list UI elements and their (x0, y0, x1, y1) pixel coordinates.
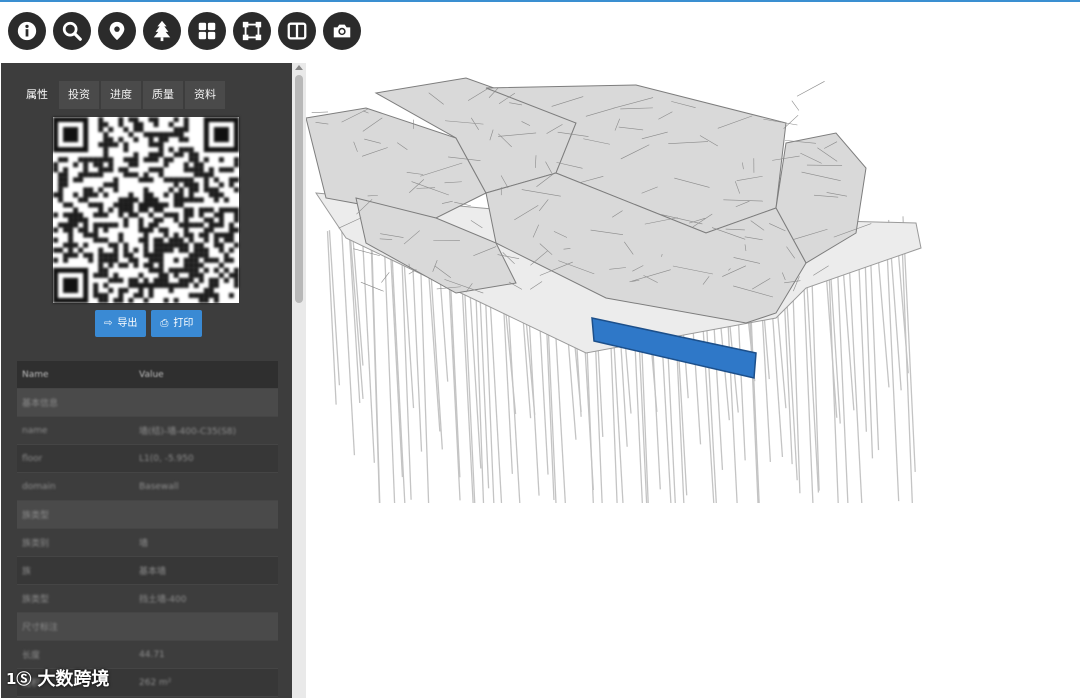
qr-code (53, 117, 239, 303)
cell-value: L1(0, -5.950 (139, 453, 194, 464)
watermark: 1Ⓢ 大数跨境 (6, 665, 109, 691)
cell-name: floor (22, 453, 43, 464)
tab-investment[interactable]: 投资 (59, 81, 99, 109)
export-label: 导出 (117, 318, 138, 329)
layout-button[interactable] (188, 12, 226, 50)
table-row[interactable]: 族类别 墙 (17, 529, 278, 557)
panel-scrollbar[interactable] (292, 63, 306, 698)
toolbar (8, 12, 361, 50)
table-group-row[interactable]: 尺寸标注 (17, 613, 278, 641)
properties-panel: 属性 投资 进度 质量 资料 ⇨ 导出 ⎙ 打印 Name Value 基本信息… (1, 63, 292, 698)
panel-actions: ⇨ 导出 ⎙ 打印 (95, 310, 203, 337)
cell-name: 族 (22, 567, 32, 577)
cell-name: 基本信息 (22, 399, 59, 409)
search-button[interactable] (53, 12, 91, 50)
table-header: Name Value (17, 361, 278, 389)
table-row[interactable]: domain Basewall (17, 473, 278, 501)
print-icon: ⎙ (160, 318, 169, 329)
cell-value: 墙 (139, 539, 149, 549)
table-row[interactable]: name 墙(结)-墙-400-C35(S8) (17, 417, 278, 445)
panel-tabs: 属性 投资 进度 质量 资料 (17, 81, 225, 109)
location-button[interactable] (98, 12, 136, 50)
scrollbar-thumb[interactable] (295, 75, 303, 303)
tab-quality[interactable]: 质量 (143, 81, 183, 109)
cell-name: 族类别 (22, 539, 50, 549)
table-row[interactable]: floor L1(0, -5.950 (17, 445, 278, 473)
table-group-row[interactable]: 族类型 (17, 501, 278, 529)
watermark-logo: 1Ⓢ (6, 669, 32, 688)
tab-properties[interactable]: 属性 (17, 81, 57, 109)
section-box-button[interactable] (233, 12, 271, 50)
export-icon: ⇨ (104, 318, 113, 329)
camera-icon (333, 24, 351, 38)
column-header-value: Value (139, 369, 164, 380)
tree-button[interactable] (143, 12, 181, 50)
building-mass (306, 77, 867, 324)
info-button[interactable] (8, 12, 46, 50)
cell-name: domain (22, 481, 56, 492)
tab-progress[interactable]: 进度 (101, 81, 141, 109)
top-accent-line (0, 0, 1080, 2)
scroll-up-arrow-icon[interactable] (295, 65, 303, 70)
table-group-row[interactable]: 基本信息 (17, 389, 278, 417)
export-button[interactable]: ⇨ 导出 (95, 310, 147, 337)
watermark-text: 大数跨境 (37, 669, 110, 690)
cell-name: name (22, 425, 48, 436)
grid-layout-icon (198, 22, 216, 40)
location-pin-icon (109, 21, 125, 41)
cell-name: 长度 (22, 651, 41, 661)
cell-value: Basewall (139, 481, 179, 492)
cell-value: 基本墙 (139, 567, 167, 577)
properties-table: Name Value 基本信息 name 墙(结)-墙-400-C35(S8) flo… (17, 361, 278, 697)
print-button[interactable]: ⎙ 打印 (151, 310, 203, 337)
search-icon (62, 21, 82, 41)
split-view-icon (287, 22, 307, 40)
table-row[interactable]: 族 基本墙 (17, 557, 278, 585)
screenshot-button[interactable] (323, 12, 361, 50)
cell-name: 族类型 (22, 595, 50, 605)
cell-name: 族类型 (22, 511, 50, 521)
split-view-button[interactable] (278, 12, 316, 50)
print-label: 打印 (173, 318, 194, 329)
tab-documents[interactable]: 资料 (185, 81, 225, 109)
table-row[interactable]: 族类型 挡土墙-400 (17, 585, 278, 613)
model-viewport[interactable] (306, 63, 1080, 698)
column-header-name: Name (22, 369, 49, 380)
cell-value: 44.71 (139, 649, 165, 660)
bim-model-view[interactable] (306, 63, 1080, 698)
cell-name: 尺寸标注 (22, 623, 59, 633)
cell-value: 262 m² (139, 677, 172, 688)
select-box-icon (242, 21, 262, 41)
info-icon (17, 21, 37, 41)
cell-value: 挡土墙-400 (139, 595, 187, 605)
tree-icon (153, 20, 171, 42)
cell-value: 墙(结)-墙-400-C35(S8) (139, 427, 237, 437)
